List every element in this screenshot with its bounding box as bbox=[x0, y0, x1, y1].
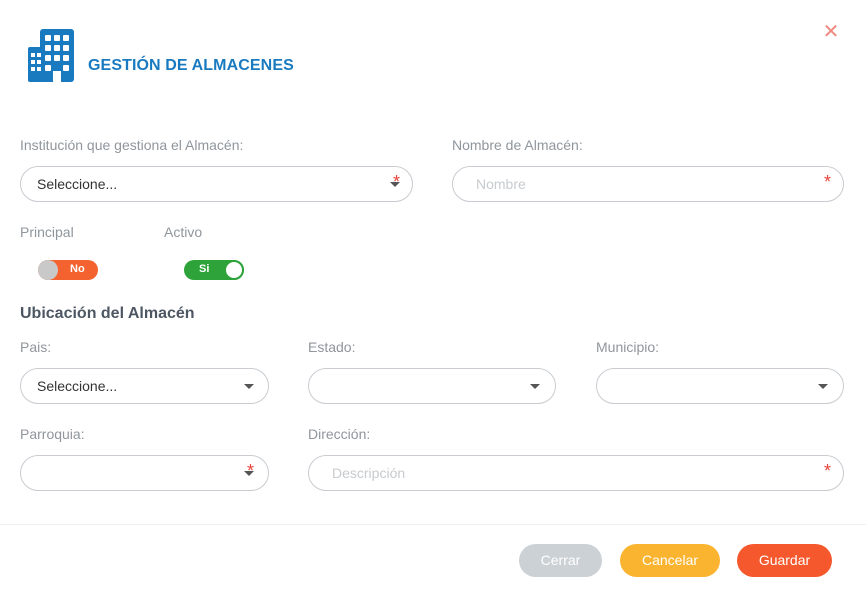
warehouse-name-input[interactable]: Nombre * bbox=[452, 166, 844, 202]
warehouse-name-placeholder: Nombre bbox=[476, 176, 526, 192]
required-icon: * bbox=[824, 172, 832, 192]
page-title: GESTIÓN DE ALMACENES bbox=[88, 57, 294, 74]
chevron-down-icon bbox=[818, 384, 828, 389]
chevron-down-icon bbox=[530, 384, 540, 389]
toggle-knob bbox=[38, 260, 58, 280]
activo-label: Activo bbox=[164, 224, 203, 240]
direccion-label: Dirección: bbox=[308, 426, 371, 442]
estado-select[interactable] bbox=[308, 368, 556, 404]
institution-value: Seleccione... bbox=[37, 176, 118, 192]
activo-toggle[interactable]: Si bbox=[184, 260, 244, 280]
location-section-title: Ubicación del Almacén bbox=[20, 305, 195, 322]
cancel-button[interactable]: Cancelar bbox=[620, 544, 720, 577]
direccion-input[interactable]: Descripción * bbox=[308, 455, 844, 491]
parroquia-label: Parroquia: bbox=[20, 426, 85, 442]
parroquia-select[interactable]: * bbox=[20, 455, 269, 491]
pais-value: Seleccione... bbox=[37, 378, 118, 394]
pais-select[interactable]: Seleccione... bbox=[20, 368, 269, 404]
principal-state: No bbox=[70, 263, 85, 275]
estado-label: Estado: bbox=[308, 339, 356, 355]
institution-label: Institución que gestiona el Almacén: bbox=[20, 137, 244, 153]
footer-divider bbox=[0, 524, 866, 525]
institution-select[interactable]: Seleccione... * bbox=[20, 166, 413, 202]
toggle-knob bbox=[224, 260, 244, 280]
close-button[interactable]: Cerrar bbox=[519, 544, 602, 577]
principal-label: Principal bbox=[20, 224, 74, 240]
required-icon: * bbox=[824, 461, 832, 481]
activo-state: Si bbox=[199, 263, 210, 275]
save-button[interactable]: Guardar bbox=[737, 544, 832, 577]
required-icon: * bbox=[247, 461, 255, 481]
required-icon: * bbox=[393, 172, 401, 192]
direccion-placeholder: Descripción bbox=[332, 465, 406, 481]
close-icon[interactable]: ✕ bbox=[822, 22, 840, 42]
modal-header: GESTIÓN DE ALMACENES bbox=[26, 27, 294, 83]
municipio-label: Municipio: bbox=[596, 339, 660, 355]
municipio-select[interactable] bbox=[596, 368, 844, 404]
building-icon bbox=[28, 29, 74, 82]
chevron-down-icon bbox=[244, 384, 254, 389]
principal-toggle[interactable]: No bbox=[38, 260, 98, 280]
warehouse-name-label: Nombre de Almacén: bbox=[452, 137, 583, 153]
pais-label: Pais: bbox=[20, 339, 52, 355]
